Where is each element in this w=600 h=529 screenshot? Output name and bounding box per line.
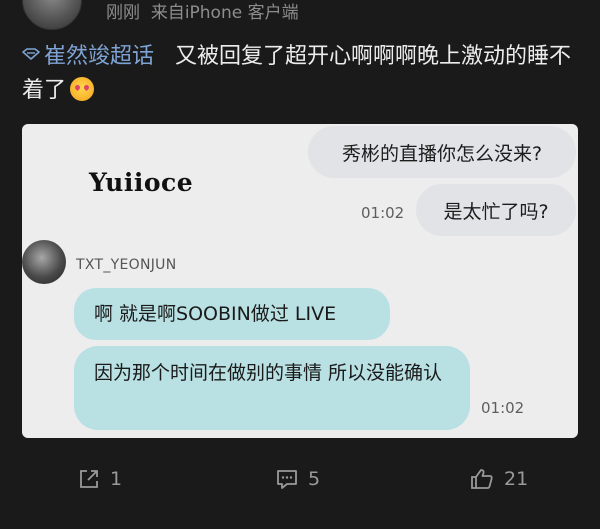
diamond-icon [22,48,40,60]
author-avatar[interactable] [22,0,82,30]
like-button[interactable]: 21 [470,468,528,490]
sender-name: TXT_YEONJUN [76,257,177,273]
sent-message-text: 秀彬的直播你怎么没来? [341,142,543,165]
weibo-post: 刚刚 来自iPhone 客户端 崔然竣超话 又被回复了超开心啊啊啊晚上激动的睡不… [0,0,600,529]
post-meta: 刚刚 来自iPhone 客户端 [106,0,299,23]
share-button[interactable]: 1 [78,468,122,490]
post-source[interactable]: iPhone 客户端 [185,3,299,23]
reply-message-text: 啊 就是啊SOOBIN做过 LIVE [94,303,337,325]
topic-label: 崔然竣超话 [44,44,155,69]
reply-message-bubble: 因为那个时间在做别的事情 所以没能确认 [74,346,470,430]
chat-screenshot[interactable]: 秀彬的直播你怎么没来? Yuiioce 01:02 是太忙了吗? TXT_YEO… [22,124,578,438]
source-prefix: 来自 [150,3,185,23]
sent-message-bubble: 秀彬的直播你怎么没来? [308,126,576,178]
comment-count: 5 [308,468,321,490]
comment-icon [277,470,297,489]
like-count: 21 [504,468,529,490]
reply-message-text: 因为那个时间在做别的事情 所以没能确认 [94,362,443,384]
reply-message-bubble: 啊 就是啊SOOBIN做过 LIVE [74,288,390,340]
post-time: 刚刚 [106,3,140,23]
sent-message-time: 01:02 [361,204,405,222]
share-icon [80,470,98,488]
watermark-text: Yuiioce [89,168,194,197]
sent-message-bubble: 是太忙了吗? [416,184,576,236]
sent-message-text: 是太忙了吗? [443,200,549,223]
super-topic-link[interactable]: 崔然竣超话 [22,44,161,69]
comment-button[interactable]: 5 [276,468,320,490]
share-count: 1 [110,468,123,490]
thumbs-up-icon [471,469,493,489]
post-body: 崔然竣超话 又被回复了超开心啊啊啊晚上激动的睡不着了 [22,40,582,108]
action-bar: 1 5 21 [0,468,600,502]
sender-avatar [22,240,66,284]
reply-message-time: 01:02 [481,399,525,417]
heart-eyes-emoji-icon [70,77,95,101]
